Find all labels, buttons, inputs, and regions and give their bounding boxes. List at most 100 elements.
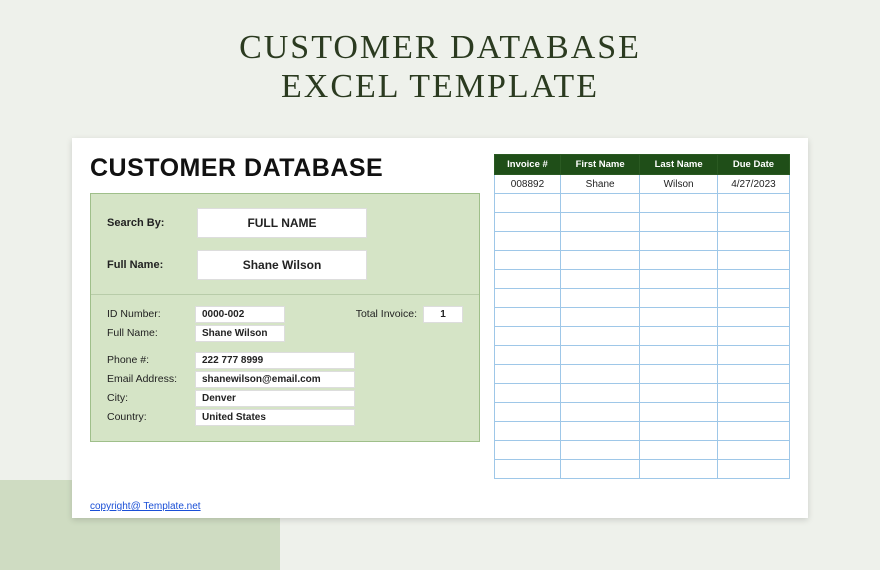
table-row[interactable]: [495, 251, 790, 270]
table-cell: [495, 232, 561, 251]
total-invoice-value: 1: [423, 306, 463, 323]
city-label: City:: [107, 392, 195, 404]
country-value: United States: [195, 409, 355, 426]
table-header-row: Invoice # First Name Last Name Due Date: [495, 155, 790, 175]
table-row[interactable]: [495, 384, 790, 403]
table-cell: [560, 327, 639, 346]
table-cell: [717, 270, 789, 289]
table-cell: [560, 213, 639, 232]
template-card: CUSTOMER DATABASE Search By: FULL NAME F…: [72, 138, 808, 518]
search-box: Search By: FULL NAME Full Name: Shane Wi…: [90, 193, 480, 442]
table-cell: [640, 232, 718, 251]
id-number-label: ID Number:: [107, 308, 195, 320]
copyright-link[interactable]: copyright@ Template.net: [90, 501, 201, 512]
table-cell: [495, 346, 561, 365]
table-cell: [717, 308, 789, 327]
table-cell: [560, 270, 639, 289]
table-cell: Wilson: [640, 175, 718, 194]
table-cell: [495, 327, 561, 346]
table-row[interactable]: [495, 213, 790, 232]
table-row[interactable]: [495, 232, 790, 251]
table-cell: [717, 460, 789, 479]
table-cell: [560, 365, 639, 384]
table-cell: [717, 232, 789, 251]
table-cell: [495, 384, 561, 403]
table-row[interactable]: [495, 422, 790, 441]
table-cell: [640, 270, 718, 289]
table-cell: [560, 346, 639, 365]
table-cell: [717, 251, 789, 270]
page-title-line2: EXCEL TEMPLATE: [0, 67, 880, 106]
phone-label: Phone #:: [107, 354, 195, 366]
left-panel: CUSTOMER DATABASE Search By: FULL NAME F…: [90, 154, 480, 482]
table-cell: [560, 441, 639, 460]
table-cell: [560, 403, 639, 422]
table-row[interactable]: [495, 308, 790, 327]
table-row[interactable]: [495, 441, 790, 460]
table-cell: [640, 251, 718, 270]
table-cell: [717, 384, 789, 403]
table-row[interactable]: [495, 327, 790, 346]
table-cell: [560, 251, 639, 270]
table-cell: [640, 327, 718, 346]
table-cell: [640, 346, 718, 365]
table-cell: [640, 289, 718, 308]
table-cell: [717, 346, 789, 365]
table-cell: [640, 403, 718, 422]
page-title-line1: CUSTOMER DATABASE: [0, 28, 880, 67]
table-row[interactable]: [495, 289, 790, 308]
search-by-label: Search By:: [107, 217, 185, 229]
table-cell: [495, 270, 561, 289]
id-number-value: 0000-002: [195, 306, 285, 323]
col-last-name: Last Name: [640, 155, 718, 175]
table-cell: 4/27/2023: [717, 175, 789, 194]
table-row[interactable]: 008892ShaneWilson4/27/2023: [495, 175, 790, 194]
col-invoice: Invoice #: [495, 155, 561, 175]
table-cell: [495, 441, 561, 460]
table-cell: [560, 232, 639, 251]
table-cell: [640, 422, 718, 441]
card-heading: CUSTOMER DATABASE: [90, 154, 480, 183]
table-cell: [717, 213, 789, 232]
table-cell: [717, 289, 789, 308]
table-cell: [560, 194, 639, 213]
table-row[interactable]: [495, 460, 790, 479]
table-cell: [560, 308, 639, 327]
table-cell: [640, 194, 718, 213]
fullname-value: Shane Wilson: [195, 325, 285, 342]
col-first-name: First Name: [560, 155, 639, 175]
details-panel: ID Number: 0000-002 Total Invoice: 1 Ful…: [91, 295, 479, 441]
search-by-input[interactable]: FULL NAME: [197, 208, 367, 238]
table-cell: [560, 289, 639, 308]
table-row[interactable]: [495, 403, 790, 422]
table-row[interactable]: [495, 194, 790, 213]
total-invoice-label: Total Invoice:: [356, 308, 417, 320]
table-cell: [640, 384, 718, 403]
invoice-table: Invoice # First Name Last Name Due Date …: [494, 154, 790, 479]
email-label: Email Address:: [107, 373, 195, 385]
table-cell: [560, 422, 639, 441]
table-cell: [560, 384, 639, 403]
phone-value: 222 777 8999: [195, 352, 355, 369]
table-cell: [640, 441, 718, 460]
table-row[interactable]: [495, 270, 790, 289]
table-row[interactable]: [495, 365, 790, 384]
full-name-label: Full Name:: [107, 259, 185, 271]
full-name-input[interactable]: Shane Wilson: [197, 250, 367, 280]
table-cell: [495, 289, 561, 308]
table-cell: [717, 403, 789, 422]
page-title: CUSTOMER DATABASE EXCEL TEMPLATE: [0, 0, 880, 106]
table-cell: [717, 422, 789, 441]
table-cell: 008892: [495, 175, 561, 194]
table-cell: [640, 460, 718, 479]
table-cell: [640, 308, 718, 327]
city-value: Denver: [195, 390, 355, 407]
table-cell: [495, 365, 561, 384]
table-cell: [495, 194, 561, 213]
fullname-label: Full Name:: [107, 327, 195, 339]
right-panel: Invoice # First Name Last Name Due Date …: [494, 154, 790, 482]
table-row[interactable]: [495, 346, 790, 365]
table-cell: Shane: [560, 175, 639, 194]
country-label: Country:: [107, 411, 195, 423]
table-cell: [717, 194, 789, 213]
